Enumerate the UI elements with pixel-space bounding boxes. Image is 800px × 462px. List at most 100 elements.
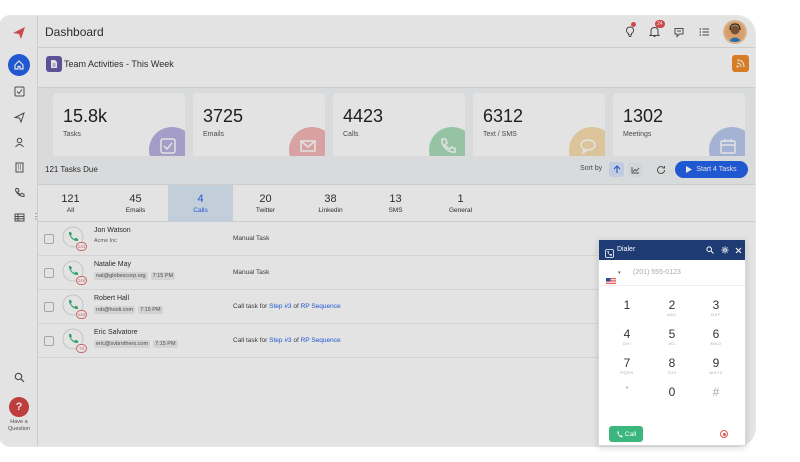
help-button[interactable]: ? xyxy=(9,397,29,417)
sidebar: ⋮ xyxy=(0,16,40,446)
company-name: Acme Inc xyxy=(94,238,117,244)
tab-count: 20 xyxy=(259,193,272,205)
stat-card-sms[interactable]: 6312 Text / SMS xyxy=(473,93,605,163)
of-text: of xyxy=(293,303,299,310)
tab-emails[interactable]: 45 Emails xyxy=(103,185,168,222)
alert-dot xyxy=(631,22,636,27)
stat-card-emails[interactable]: 3725 Emails xyxy=(193,93,325,163)
search-icon[interactable] xyxy=(8,366,30,388)
user-icon[interactable] xyxy=(8,131,30,153)
call-button[interactable]: Call xyxy=(609,426,643,442)
task-type-tabs: 121 All 45 Emails 4 Calls 20 Twitter 38 Linke… xyxy=(38,184,755,222)
sort-asc-button[interactable] xyxy=(609,162,624,177)
contact-name[interactable]: Natalie May xyxy=(94,261,131,268)
list-icon[interactable] xyxy=(696,24,712,40)
tab-count: 121 xyxy=(61,193,80,205)
dial-key-1[interactable]: 1 xyxy=(612,298,642,317)
contact-name[interactable]: Robert Hall xyxy=(94,295,129,302)
stat-label: Meetings xyxy=(623,131,652,138)
tasks-icon[interactable] xyxy=(8,80,30,102)
section-title: Team Activities - This Week xyxy=(64,59,174,69)
tab-calls[interactable]: 4 Calls xyxy=(168,185,233,222)
tab-linkedin[interactable]: 38 Linkedin xyxy=(298,185,363,222)
table-row[interactable]: 144 Natalie May nat@globexcorp.org 7:15 P… xyxy=(38,256,598,290)
table-row[interactable]: 7d Eric Salvatore eric@svbrothers.com 7:1… xyxy=(38,324,598,358)
row-checkbox[interactable] xyxy=(44,302,54,312)
phone-number-placeholder: (201) 555-0123 xyxy=(633,269,681,276)
key-digit: 1 xyxy=(623,298,631,312)
contact-email: rob@hooli.com xyxy=(94,306,136,314)
table-row[interactable]: 144 Robert Hall rob@hooli.com 7:15 PM Cal… xyxy=(38,290,598,324)
chevron-down-icon[interactable]: ▾ xyxy=(618,270,621,276)
tab-general[interactable]: 1 General xyxy=(428,185,493,222)
record-icon[interactable] xyxy=(720,430,728,438)
stat-value: 1302 xyxy=(623,106,664,126)
key-letters: DEF xyxy=(711,312,721,317)
tab-sms[interactable]: 13 SMS xyxy=(363,185,428,222)
key-digit: 0 xyxy=(668,385,676,399)
dial-key-2[interactable]: 2 ABC xyxy=(657,298,687,317)
key-digit: * xyxy=(625,385,629,394)
dial-key-9[interactable]: 9 WXYZ xyxy=(701,356,731,375)
tab-twitter[interactable]: 20 Twitter xyxy=(233,185,298,222)
bell-icon[interactable]: 24 xyxy=(646,20,665,40)
contact-name[interactable]: Eric Salvatore xyxy=(94,329,138,336)
home-icon[interactable] xyxy=(8,54,30,76)
sequence-link[interactable]: RP Sequence xyxy=(301,337,341,344)
stat-card-meetings[interactable]: 1302 Meetings xyxy=(613,93,745,163)
tab-count: 4 xyxy=(197,193,204,205)
tab-count: 13 xyxy=(389,193,402,205)
logo-icon[interactable] xyxy=(8,22,30,44)
dial-key-3[interactable]: 3 DEF xyxy=(701,298,731,317)
step-link[interactable]: Step #3 xyxy=(269,337,291,344)
key-letters: GHI xyxy=(622,341,632,346)
gear-icon[interactable] xyxy=(720,245,730,255)
key-digit: # xyxy=(712,385,720,399)
key-digit: 4 xyxy=(623,327,631,341)
key-letters: MNO xyxy=(710,341,722,346)
of-text: of xyxy=(293,337,299,344)
search-icon[interactable] xyxy=(705,245,715,255)
avatar[interactable] xyxy=(723,20,747,44)
stat-value: 4423 xyxy=(343,106,384,126)
dial-key-hash[interactable]: # xyxy=(701,385,731,399)
tab-all[interactable]: 121 All xyxy=(38,185,103,222)
dial-key-6[interactable]: 6 MNO xyxy=(701,327,731,346)
send-icon[interactable] xyxy=(8,106,30,128)
dial-key-star[interactable]: * xyxy=(612,385,642,394)
dial-key-8[interactable]: 8 TUV xyxy=(657,356,687,375)
chart-button[interactable] xyxy=(628,162,643,177)
due-time: 7:15 PM xyxy=(153,340,178,348)
key-letters: WXYZ xyxy=(709,370,723,375)
key-digit: 6 xyxy=(712,327,720,341)
row-checkbox[interactable] xyxy=(44,268,54,278)
contact-name[interactable]: Jon Watson xyxy=(94,227,131,234)
row-checkbox[interactable] xyxy=(44,336,54,346)
row-checkbox[interactable] xyxy=(44,234,54,244)
stat-card-calls[interactable]: 4423 Calls xyxy=(333,93,465,163)
stat-card-tasks[interactable]: 15.8k Tasks xyxy=(53,93,185,163)
start-tasks-button[interactable]: Start 4 Tasks xyxy=(675,161,748,178)
tab-count: 1 xyxy=(457,193,464,205)
step-link[interactable]: Step #3 xyxy=(269,303,291,310)
rss-button[interactable] xyxy=(732,55,749,72)
start-tasks-label: Start 4 Tasks xyxy=(696,166,737,173)
phone-number-field[interactable]: ▾ (201) 555-0123 xyxy=(599,260,745,286)
help-center-icon[interactable] xyxy=(671,24,687,40)
close-icon[interactable] xyxy=(733,245,743,255)
dial-key-7[interactable]: 7 PQRS xyxy=(612,356,642,375)
table-row[interactable]: 144 Jon Watson Acme Inc Manual Task xyxy=(38,222,598,256)
table-icon[interactable] xyxy=(8,206,30,228)
contact-meta: nat@globexcorp.org 7:15 PM xyxy=(94,272,176,280)
dial-key-4[interactable]: 4 GHI xyxy=(612,327,642,346)
dial-key-0[interactable]: 0 xyxy=(657,385,687,399)
us-flag-icon[interactable] xyxy=(606,271,616,284)
call-label: Call xyxy=(624,430,637,438)
sequence-link[interactable]: RP Sequence xyxy=(301,303,341,310)
dial-key-5[interactable]: 5 JKL xyxy=(657,327,687,346)
phone-icon[interactable] xyxy=(8,181,30,203)
building-icon[interactable] xyxy=(8,156,30,178)
refresh-icon[interactable] xyxy=(653,162,668,177)
task-description: Call task for Step #3 of RP Sequence xyxy=(233,337,341,344)
lightbulb-icon[interactable] xyxy=(622,22,638,40)
